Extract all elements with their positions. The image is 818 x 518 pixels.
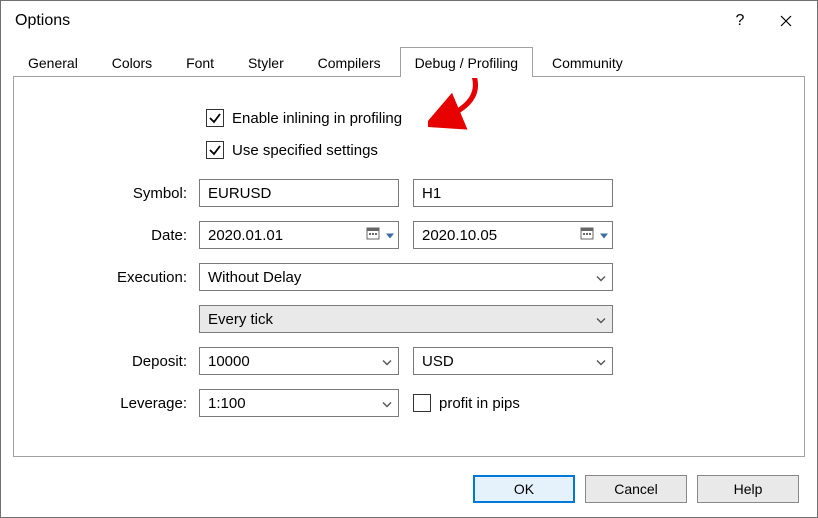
chevron-down-icon	[596, 353, 606, 370]
tab-compilers[interactable]: Compilers	[303, 47, 396, 77]
execution-label: Execution:	[34, 269, 199, 286]
currency-select[interactable]: USD	[413, 347, 613, 375]
tab-colors[interactable]: Colors	[97, 47, 167, 77]
profit-in-pips-label: profit in pips	[439, 395, 520, 412]
tab-font[interactable]: Font	[171, 47, 229, 77]
chevron-down-icon	[382, 353, 392, 370]
use-specified-label: Use specified settings	[232, 142, 378, 159]
chevron-down-icon	[596, 269, 606, 286]
timeframe-input[interactable]: H1	[413, 179, 613, 207]
deposit-select[interactable]: 10000	[199, 347, 399, 375]
deposit-label: Deposit:	[34, 353, 199, 370]
leverage-label: Leverage:	[34, 395, 199, 412]
close-icon[interactable]	[763, 6, 809, 36]
tabstrip: General Colors Font Styler Compilers Deb…	[13, 47, 805, 77]
tick-mode-select[interactable]: Every tick	[199, 305, 613, 333]
help-button[interactable]: Help	[697, 475, 799, 503]
chevron-down-icon	[382, 395, 392, 412]
cancel-button[interactable]: Cancel	[585, 475, 687, 503]
enable-inlining-label: Enable inlining in profiling	[232, 110, 402, 127]
symbol-label: Symbol:	[34, 185, 199, 202]
date-from-picker[interactable]: 2020.01.01	[199, 221, 399, 249]
symbol-input[interactable]: EURUSD	[199, 179, 399, 207]
use-specified-checkbox[interactable]	[206, 141, 224, 159]
chevron-down-icon	[600, 227, 608, 244]
button-bar: OK Cancel Help	[473, 475, 799, 503]
debug-profiling-panel: Enable inlining in profiling Use specifi…	[13, 77, 805, 457]
calendar-icon	[580, 226, 594, 244]
profit-in-pips-checkbox[interactable]	[413, 394, 431, 412]
tab-styler[interactable]: Styler	[233, 47, 299, 77]
options-dialog: Options ? General Colors Font Styler Com…	[0, 0, 818, 518]
chevron-down-icon	[596, 311, 606, 328]
calendar-icon	[366, 226, 380, 244]
tab-general[interactable]: General	[13, 47, 93, 77]
tab-debug-profiling[interactable]: Debug / Profiling	[400, 47, 534, 77]
titlebar: Options ?	[1, 1, 817, 41]
execution-select[interactable]: Without Delay	[199, 263, 613, 291]
leverage-select[interactable]: 1:100	[199, 389, 399, 417]
window-title: Options	[15, 12, 717, 30]
chevron-down-icon	[386, 227, 394, 244]
help-icon[interactable]: ?	[717, 6, 763, 36]
date-label: Date:	[34, 227, 199, 244]
date-to-picker[interactable]: 2020.10.05	[413, 221, 613, 249]
tab-community[interactable]: Community	[537, 47, 638, 77]
ok-button[interactable]: OK	[473, 475, 575, 503]
enable-inlining-checkbox[interactable]	[206, 109, 224, 127]
